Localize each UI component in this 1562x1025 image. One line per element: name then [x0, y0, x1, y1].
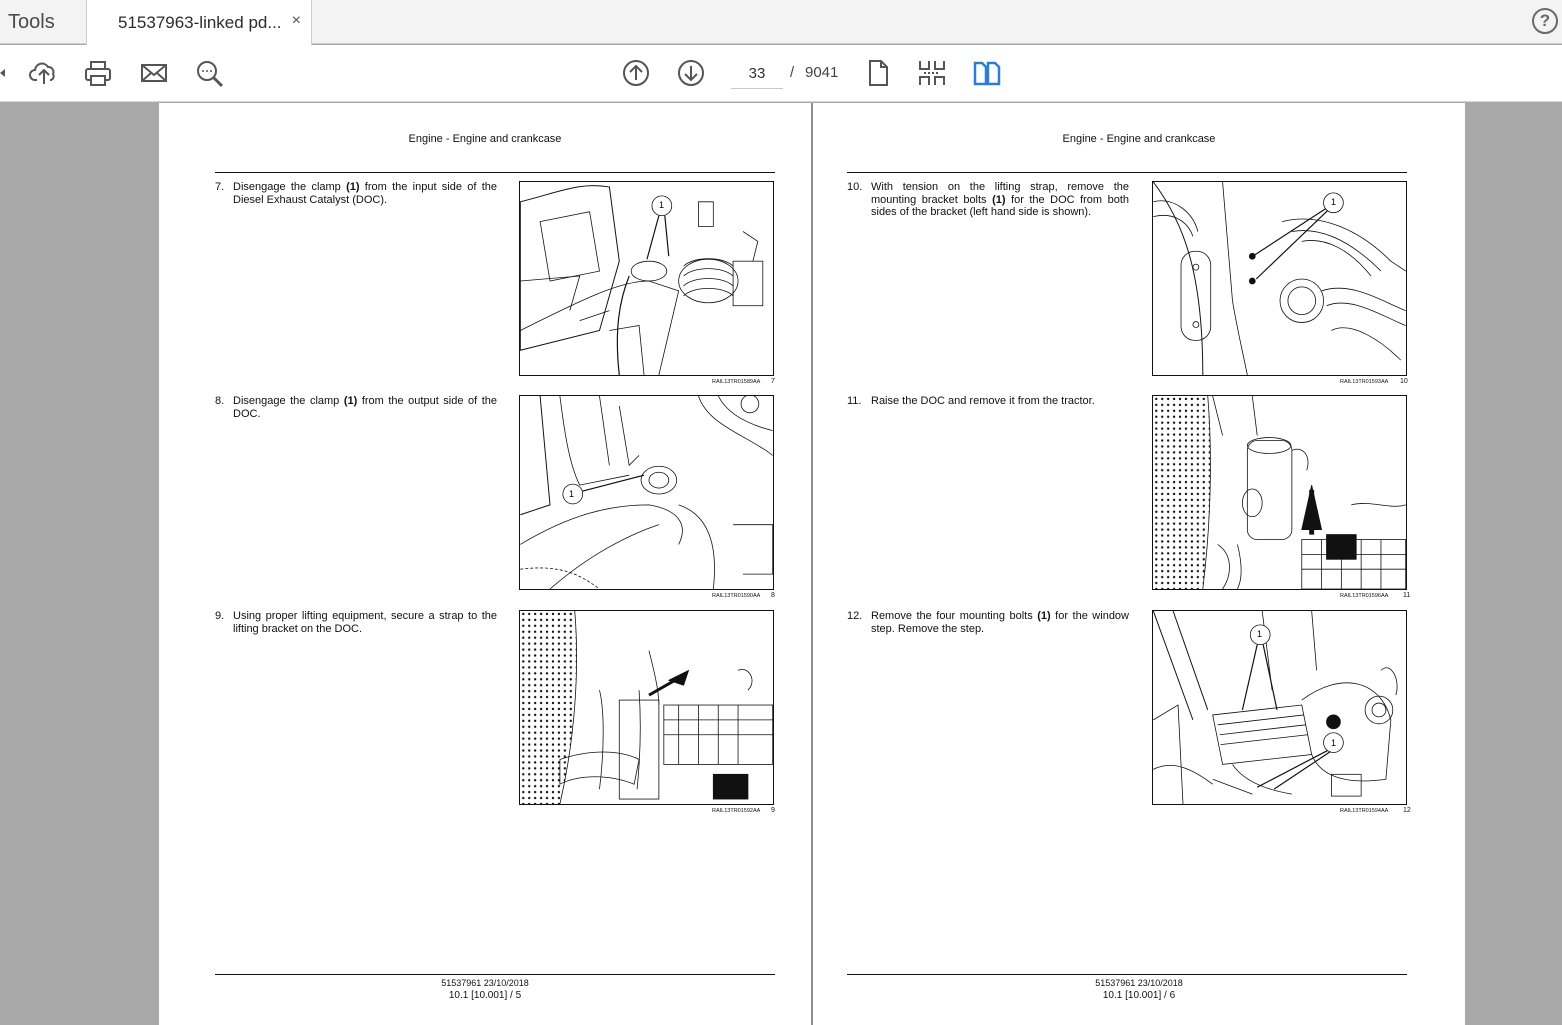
footer-doc-id: 51537961 23/10/2018 — [1095, 978, 1183, 988]
header-divider — [847, 172, 1407, 173]
callout-1: 1 — [569, 489, 575, 499]
instruction-step-9: 9. Using proper lifting equipment, secur… — [215, 610, 497, 635]
page-up-icon[interactable] — [620, 57, 652, 89]
total-pages: 9041 — [805, 64, 839, 81]
figure-code: RAIL13TR01596AA — [1340, 593, 1389, 599]
step-text: Raise the DOC and remove it from the tra… — [871, 395, 1095, 407]
tab-document-label: 51537963-linked pd... — [118, 12, 282, 32]
tab-bar: Tools 51537963-linked pd... × ? — [0, 0, 1562, 45]
figure-number: 10 — [1400, 378, 1408, 385]
callout-ref: (1) — [992, 193, 1006, 206]
caret-left-icon[interactable] — [0, 69, 5, 77]
step-number: 7. — [215, 181, 225, 193]
tab-tools[interactable]: Tools — [0, 0, 86, 44]
pdf-page-right: Engine - Engine and crankcase 10. With t… — [813, 103, 1465, 1025]
step-text: Using proper lifting equipment, secure a… — [233, 610, 497, 635]
figure-11 — [1152, 395, 1407, 590]
toolbar: / 9041 — [0, 45, 1562, 102]
figure-number: 9 — [771, 807, 775, 814]
figure-8: 1 — [519, 395, 774, 590]
close-icon[interactable]: × — [292, 12, 301, 30]
figure-code: RAIL13TR01592AA — [712, 808, 761, 814]
figure-number: 12 — [1403, 807, 1411, 814]
instruction-step-8: 8. Disengage the clamp (1) from the outp… — [215, 395, 497, 420]
page-header: Engine - Engine and crankcase — [1062, 133, 1216, 145]
thumbnails-icon[interactable] — [916, 57, 948, 89]
footer-doc-id: 51537961 23/10/2018 — [441, 978, 529, 988]
instruction-step-10: 10. With tension on the lifting strap, r… — [847, 181, 1129, 219]
instruction-step-7: 7. Disengage the clamp (1) from the inpu… — [215, 181, 497, 206]
page-number-input[interactable] — [731, 59, 783, 89]
pdf-page-left: Engine - Engine and crankcase 7. Disenga… — [159, 103, 811, 1025]
step-number: 10. — [847, 181, 863, 193]
step-number: 8. — [215, 395, 225, 407]
step-number: 9. — [215, 610, 225, 622]
zoom-search-icon[interactable] — [193, 57, 225, 89]
callout-ref: (1) — [346, 181, 360, 193]
callout-1: 1 — [1331, 738, 1337, 748]
footer-divider — [847, 974, 1407, 975]
figure-10: 1 — [1152, 181, 1407, 376]
footer-page-ref: 10.1 [10.001] / 6 — [1102, 990, 1176, 1001]
figure-code: RAIL13TR01589AA — [712, 379, 761, 385]
step-text: Disengage the clamp — [233, 181, 347, 193]
figure-code: RAIL13TR01593AA — [1340, 379, 1389, 385]
email-icon[interactable] — [138, 57, 170, 89]
footer-divider — [215, 974, 775, 975]
callout-ref: (1) — [1037, 610, 1051, 622]
page-separator: / — [790, 64, 795, 81]
footer-page-ref: 10.1 [10.001] / 5 — [448, 990, 522, 1001]
two-page-view-icon[interactable] — [971, 57, 1003, 89]
page-down-icon[interactable] — [675, 57, 707, 89]
single-page-icon[interactable] — [862, 57, 894, 89]
figure-9 — [519, 610, 774, 805]
step-number: 11. — [847, 395, 862, 407]
upload-icon[interactable] — [28, 57, 60, 89]
tab-document[interactable]: 51537963-linked pd... × — [86, 0, 312, 45]
step-text: Disengage the clamp — [233, 395, 344, 407]
help-icon[interactable]: ? — [1532, 8, 1558, 34]
step-text: Remove the four mounting bolts — [871, 610, 1038, 622]
figure-number: 11 — [1403, 592, 1411, 599]
figure-7: 1 — [519, 181, 774, 376]
print-icon[interactable] — [82, 57, 114, 89]
callout-1: 1 — [1331, 197, 1337, 207]
figure-code: RAIL13TR01590AA — [712, 593, 761, 599]
instruction-step-11: 11. Raise the DOC and remove it from the… — [847, 395, 1129, 408]
instruction-step-12: 12. Remove the four mounting bolts (1) f… — [847, 610, 1129, 635]
figure-number: 8 — [771, 592, 775, 599]
figure-12: 1 1 — [1152, 610, 1407, 805]
callout-1: 1 — [1257, 629, 1263, 639]
figure-number: 7 — [771, 378, 775, 385]
page-header: Engine - Engine and crankcase — [408, 133, 562, 145]
figure-code: RAIL13TR01594AA — [1340, 808, 1389, 814]
step-number: 12. — [847, 610, 863, 622]
callout-1: 1 — [659, 200, 665, 210]
header-divider — [215, 172, 775, 173]
callout-ref: (1) — [343, 395, 358, 407]
